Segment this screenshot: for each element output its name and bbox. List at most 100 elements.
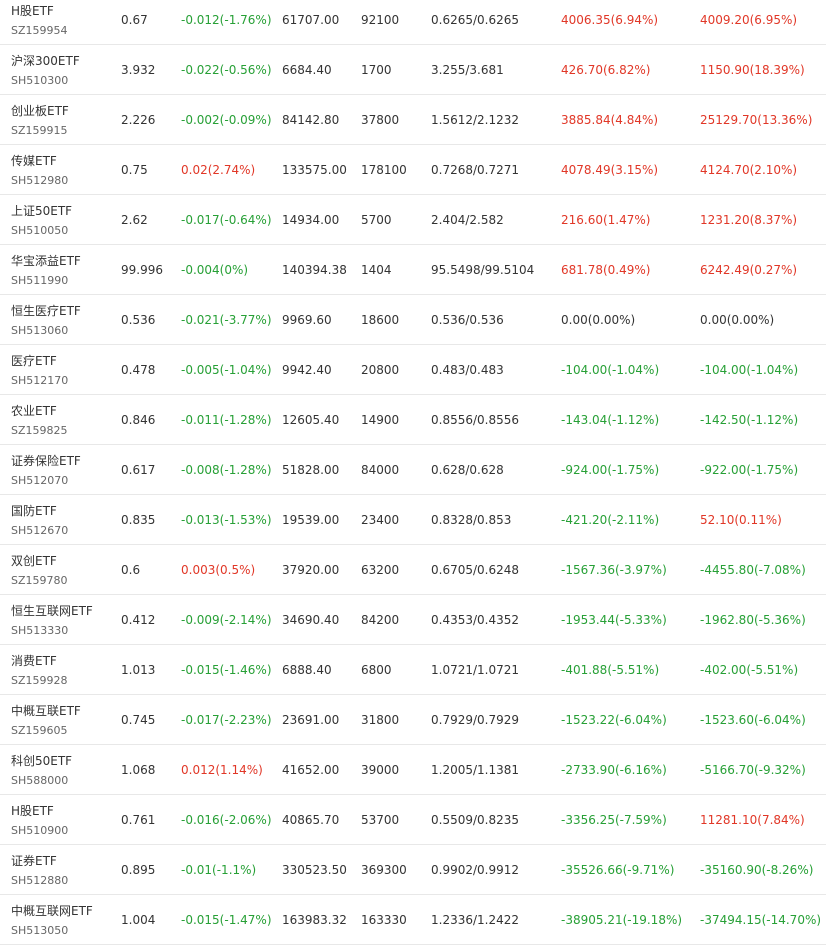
etf-name[interactable]: 证券ETF [11, 853, 119, 869]
price-cell: 0.75 [121, 163, 148, 177]
etf-name[interactable]: 科创50ETF [11, 753, 119, 769]
volume-cell: 37800 [361, 113, 400, 127]
flow-cell-1: 681.78(0.49%) [561, 263, 651, 277]
table-row[interactable]: H股ETF SH510900 0.761 -0.016(-2.06%) 40865.70… [0, 795, 826, 845]
etf-name-cell: 沪深300ETF SH510300 [11, 53, 119, 88]
flow-cell-1: -2733.90(-6.16%) [561, 763, 667, 777]
volume-cell: 23400 [361, 513, 400, 527]
flow-cell-1: 3885.84(4.84%) [561, 113, 659, 127]
flow-cell-1: 4078.49(3.15%) [561, 163, 659, 177]
etf-name[interactable]: 中概互联网ETF [11, 903, 119, 919]
table-row[interactable]: 创业板ETF SZ159915 2.226 -0.002(-0.09%) 84142.8… [0, 95, 826, 145]
volume-cell: 18600 [361, 313, 400, 327]
volume-cell: 84200 [361, 613, 400, 627]
etf-name[interactable]: 创业板ETF [11, 103, 119, 119]
table-row[interactable]: 中概互联网ETF SH513050 1.004 -0.015(-1.47%) 16398… [0, 895, 826, 945]
etf-name[interactable]: 中概互联ETF [11, 703, 119, 719]
table-row[interactable]: 上证50ETF SH510050 2.62 -0.017(-0.64%) 14934.0… [0, 195, 826, 245]
table-row[interactable]: 华宝添益ETF SH511990 99.996 -0.004(0%) 140394.38… [0, 245, 826, 295]
table-row[interactable]: 传媒ETF SH512980 0.75 0.02(2.74%) 133575.00 178… [0, 145, 826, 195]
table-row[interactable]: 证券保险ETF SH512070 0.617 -0.008(-1.28%) 51828.… [0, 445, 826, 495]
change-cell: -0.005(-1.04%) [181, 363, 272, 377]
flow-cell-1: -1953.44(-5.33%) [561, 613, 667, 627]
nav-cell: 1.0721/1.0721 [431, 663, 520, 677]
amount-cell: 41652.00 [282, 763, 340, 777]
etf-name[interactable]: 恒生互联网ETF [11, 603, 119, 619]
etf-name[interactable]: 医疗ETF [11, 353, 119, 369]
etf-name[interactable]: 消费ETF [11, 653, 119, 669]
etf-name-cell: 创业板ETF SZ159915 [11, 103, 119, 138]
flow-cell-1: -38905.21(-19.18%) [561, 913, 683, 927]
flow-cell-1: -924.00(-1.75%) [561, 463, 660, 477]
table-row[interactable]: 恒生互联网ETF SH513330 0.412 -0.009(-2.14%) 34690… [0, 595, 826, 645]
etf-code: SH512170 [11, 374, 69, 387]
flow-cell-1: -401.88(-5.51%) [561, 663, 660, 677]
change-cell: 0.02(2.74%) [181, 163, 256, 177]
etf-name[interactable]: 恒生医疗ETF [11, 303, 119, 319]
etf-name-cell: 中概互联ETF SZ159605 [11, 703, 119, 738]
etf-name[interactable]: 传媒ETF [11, 153, 119, 169]
etf-name[interactable]: 上证50ETF [11, 203, 119, 219]
amount-cell: 9969.60 [282, 313, 332, 327]
flow-cell-2: 1231.20(8.37%) [700, 213, 798, 227]
price-cell: 2.62 [121, 213, 148, 227]
nav-cell: 0.7268/0.7271 [431, 163, 520, 177]
nav-cell: 0.8328/0.853 [431, 513, 512, 527]
etf-name[interactable]: H股ETF [11, 803, 119, 819]
amount-cell: 9942.40 [282, 363, 332, 377]
price-cell: 0.617 [121, 463, 156, 477]
volume-cell: 6800 [361, 663, 392, 677]
price-cell: 1.013 [121, 663, 156, 677]
change-cell: -0.017(-0.64%) [181, 213, 272, 227]
table-row[interactable]: 国防ETF SH512670 0.835 -0.013(-1.53%) 19539.00… [0, 495, 826, 545]
etf-name-cell: H股ETF SH510900 [11, 803, 119, 838]
flow-cell-2: 11281.10(7.84%) [700, 813, 805, 827]
amount-cell: 133575.00 [282, 163, 347, 177]
change-cell: -0.021(-3.77%) [181, 313, 272, 327]
flow-cell-1: -104.00(-1.04%) [561, 363, 660, 377]
table-row[interactable]: 中概互联ETF SZ159605 0.745 -0.017(-2.23%) 23691.… [0, 695, 826, 745]
change-cell: 0.003(0.5%) [181, 563, 256, 577]
change-cell: -0.01(-1.1%) [181, 863, 257, 877]
change-cell: -0.016(-2.06%) [181, 813, 272, 827]
etf-name-cell: 恒生医疗ETF SH513060 [11, 303, 119, 338]
table-row[interactable]: 消费ETF SZ159928 1.013 -0.015(-1.46%) 6888.40 6… [0, 645, 826, 695]
nav-cell: 0.5509/0.8235 [431, 813, 520, 827]
amount-cell: 23691.00 [282, 713, 340, 727]
table-row[interactable]: 双创ETF SZ159780 0.6 0.003(0.5%) 37920.00 63200… [0, 545, 826, 595]
price-cell: 0.761 [121, 813, 156, 827]
etf-name[interactable]: 双创ETF [11, 553, 119, 569]
volume-cell: 53700 [361, 813, 400, 827]
price-cell: 0.846 [121, 413, 156, 427]
etf-name[interactable]: H股ETF [11, 3, 119, 19]
table-row[interactable]: 科创50ETF SH588000 1.068 0.012(1.14%) 41652.00… [0, 745, 826, 795]
etf-code: SH513050 [11, 924, 69, 937]
table-row[interactable]: 恒生医疗ETF SH513060 0.536 -0.021(-3.77%) 9969.6… [0, 295, 826, 345]
change-cell: -0.002(-0.09%) [181, 113, 272, 127]
flow-cell-1: 426.70(6.82%) [561, 63, 651, 77]
etf-name-cell: 证券保险ETF SH512070 [11, 453, 119, 488]
flow-cell-1: -421.20(-2.11%) [561, 513, 660, 527]
volume-cell: 1700 [361, 63, 392, 77]
table-row[interactable]: H股ETF SZ159954 0.67 -0.012(-1.76%) 61707.00 9… [0, 0, 826, 45]
etf-name[interactable]: 华宝添益ETF [11, 253, 119, 269]
price-cell: 0.6 [121, 563, 141, 577]
etf-code: SH513060 [11, 324, 69, 337]
table-row[interactable]: 医疗ETF SH512170 0.478 -0.005(-1.04%) 9942.40 2… [0, 345, 826, 395]
etf-name[interactable]: 证券保险ETF [11, 453, 119, 469]
table-row[interactable]: 沪深300ETF SH510300 3.932 -0.022(-0.56%) 6684.… [0, 45, 826, 95]
table-row[interactable]: 农业ETF SZ159825 0.846 -0.011(-1.28%) 12605.40… [0, 395, 826, 445]
etf-name[interactable]: 国防ETF [11, 503, 119, 519]
volume-cell: 178100 [361, 163, 407, 177]
table-row[interactable]: 证券ETF SH512880 0.895 -0.01(-1.1%) 330523.50 3… [0, 845, 826, 895]
etf-name[interactable]: 沪深300ETF [11, 53, 119, 69]
etf-name-cell: H股ETF SZ159954 [11, 3, 119, 38]
change-cell: -0.013(-1.53%) [181, 513, 272, 527]
amount-cell: 19539.00 [282, 513, 340, 527]
etf-table: H股ETF SZ159954 0.67 -0.012(-1.76%) 61707.00 9… [0, 0, 826, 946]
etf-code: SZ159825 [11, 424, 68, 437]
etf-code: SH512980 [11, 174, 69, 187]
nav-cell: 0.9902/0.9912 [431, 863, 520, 877]
etf-name[interactable]: 农业ETF [11, 403, 119, 419]
amount-cell: 12605.40 [282, 413, 340, 427]
